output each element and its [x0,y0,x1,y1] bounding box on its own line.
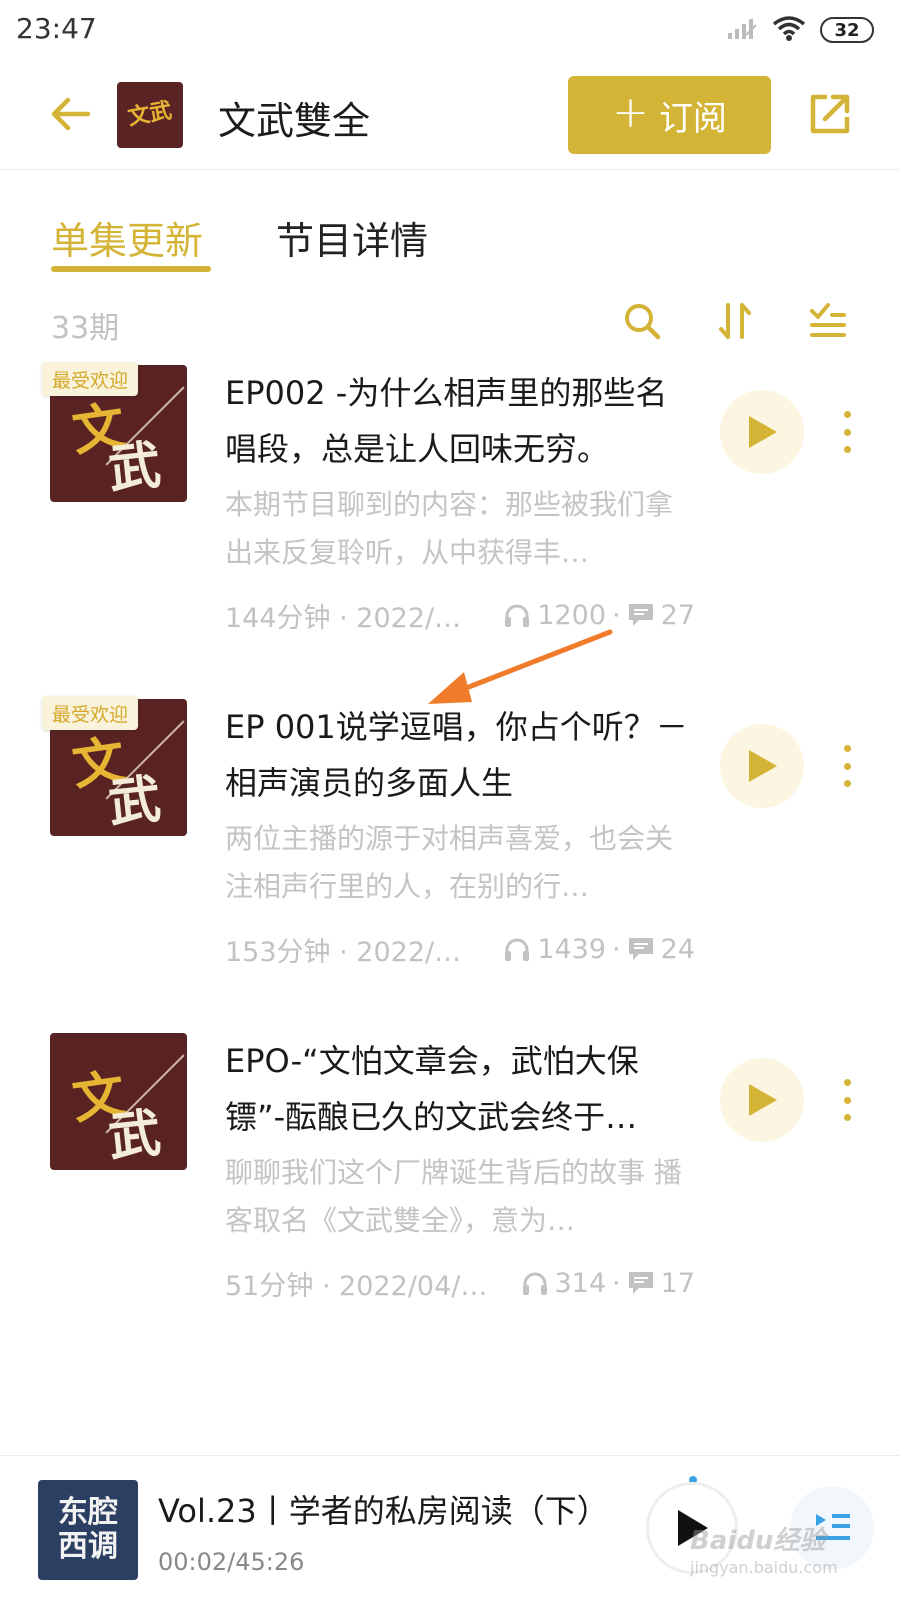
episode-play-button[interactable] [720,724,804,808]
play-icon [749,416,777,448]
signal-icon [726,15,758,45]
now-playing-time: 00:02/45:26 [158,1548,305,1576]
search-icon [625,304,661,340]
wifi-icon [772,14,806,46]
episode-title[interactable]: EPO-“文怕文章会，武怕大保镖”-酝酿已久的文武会终于… [225,1033,695,1145]
episode-more-button[interactable] [832,739,862,793]
comment-count: 27 [660,599,695,631]
episode-duration-date: 153分钟 · 2022/… [225,936,462,968]
headphones-icon [522,1272,547,1295]
episode-item[interactable]: 文 武 EPO-“文怕文章会，武怕大保镖”-酝酿已久的文武会终于… 聊聊我们这个… [0,1033,900,1333]
comment-icon [628,938,653,960]
cover-text-line: 东腔 [58,1494,118,1530]
cover-logo-text: 文武 [126,98,174,131]
back-button[interactable] [44,88,96,140]
active-tab-indicator [51,266,211,272]
headphones-icon [505,938,530,961]
now-playing-cover: 东腔 西调 [38,1480,138,1580]
episode-duration-date: 51分钟 · 2022/04/… [225,1270,488,1302]
now-playing-title: Vol.23丨学者的私房阅读（下） [158,1492,609,1530]
subscribe-label: 订阅 [658,98,727,139]
episode-item[interactable]: 文 武 最受欢迎 EP 001说学逗唱，你占个听？－相声演员的多面人生 两位主播… [0,696,900,999]
watermark-url: jingyan.baidu.com [690,1558,838,1577]
episode-more-button[interactable] [832,405,862,459]
episode-description: 两位主播的源于对相声喜爱，也会关注相声行里的人，在别的行… [225,822,674,903]
search-button[interactable] [620,299,664,343]
tab-details[interactable]: 节目详情 [276,210,428,265]
episode-description: 聊聊我们这个厂牌诞生背后的故事 播客取名《文武雙全》，意为… [225,1156,682,1237]
play-icon [749,1084,777,1116]
back-arrow-icon [51,97,90,131]
status-bar: 23:47 32 [0,0,900,60]
podcast-header: 文武 文武雙全 + 订阅 [0,62,900,170]
checklist-icon [810,303,846,337]
comment-count: 24 [660,933,695,965]
episode-meta: 153分钟 · 2022/… 1439 · 24 [225,929,695,969]
episode-more-button[interactable] [832,1073,862,1127]
tab-episodes[interactable]: 单集更新 [51,210,203,265]
subscribe-button[interactable]: + 订阅 [568,76,771,154]
play-count: 1439 [537,933,607,965]
status-icons: 32 [726,14,874,46]
sort-button[interactable] [714,299,758,343]
battery-indicator: 32 [820,17,874,43]
episode-cover: 文 武 [50,1033,187,1170]
comment-icon [628,604,653,626]
episode-play-button[interactable] [720,1058,804,1142]
episode-title[interactable]: EP002 -为什么相声里的那些名唱段，总是让人回味无穷。 [225,365,695,477]
cover-text-line: 西调 [58,1529,118,1564]
status-time: 23:47 [16,12,97,45]
comment-count: 17 [660,1267,695,1299]
play-icon [749,750,777,782]
plus-icon: + [612,87,649,138]
cover-char: 武 [105,1103,164,1169]
podcast-title: 文武雙全 [218,99,371,143]
episode-play-button[interactable] [720,390,804,474]
popular-badge: 最受欢迎 [42,696,139,730]
cover-char: 武 [105,435,164,501]
episode-count: 33期 [51,311,120,346]
meta-separator: · [612,1267,621,1299]
share-icon [810,94,850,134]
share-button[interactable] [804,88,856,140]
episode-list-toolbar: 33期 [0,295,900,355]
episode-description: 本期节目聊到的内容：那些被我们拿出来反复聆听，从中获得丰… [225,488,674,569]
annotation-arrow [428,629,613,704]
watermark: Baidu经验 [690,1526,826,1556]
podcast-cover-thumbnail: 文武 [117,82,183,148]
cover-char: 武 [105,769,164,835]
popular-badge: 最受欢迎 [42,362,139,396]
comment-icon [628,1272,653,1294]
tab-bar: 单集更新 节目详情 [0,200,900,280]
batch-select-button[interactable] [806,299,850,343]
meta-separator: · [612,933,621,965]
sort-icon [719,303,751,339]
episode-meta: 51分钟 · 2022/04/… 314 · 17 [225,1263,695,1303]
play-count: 314 [554,1267,607,1299]
